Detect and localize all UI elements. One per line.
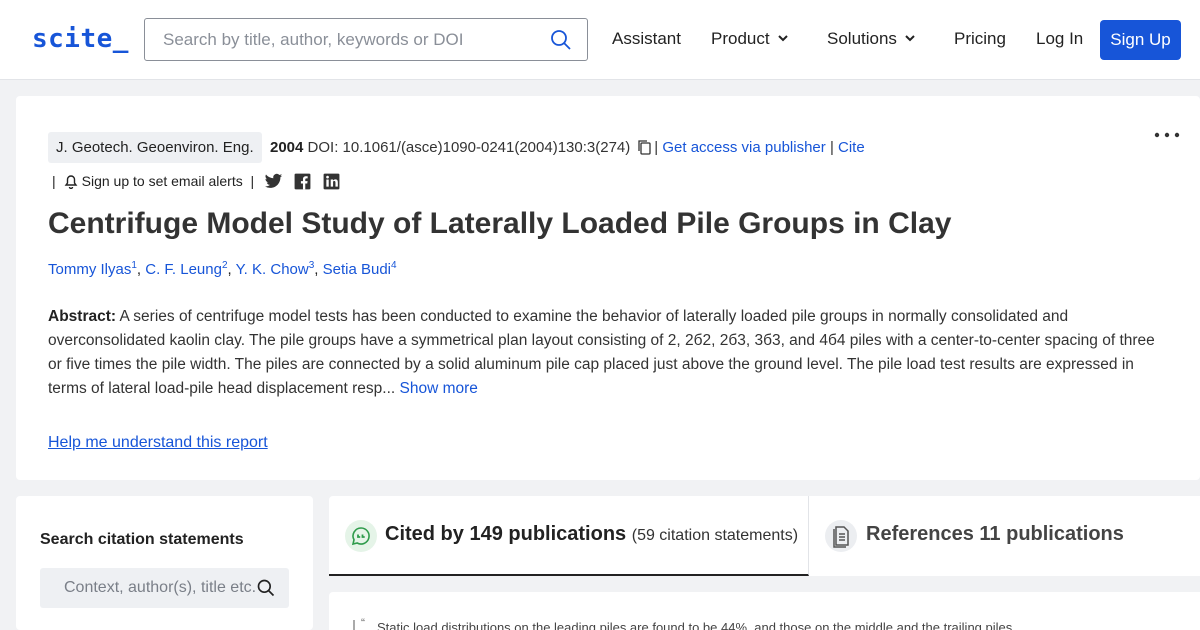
abstract-label: Abstract: bbox=[48, 308, 117, 325]
statement-quote-bar bbox=[353, 620, 355, 630]
author-link[interactable]: Y. K. Chow3 bbox=[235, 260, 315, 278]
speech-bubble-icon bbox=[351, 527, 370, 546]
references-label: References 11 publications bbox=[866, 523, 1124, 545]
citation-statement-card: “ Static load distributions on the leadi… bbox=[329, 592, 1200, 630]
journal-name[interactable]: J. Geotech. Geoenviron. Eng. bbox=[48, 132, 262, 163]
login-link[interactable]: Log In bbox=[1036, 29, 1083, 49]
author-link[interactable]: Tommy Ilyas1 bbox=[48, 260, 137, 278]
meta-separator: | bbox=[829, 139, 834, 156]
facebook-icon[interactable] bbox=[293, 172, 312, 191]
main-search-box[interactable] bbox=[144, 18, 588, 61]
citation-statements-count: (59 citation statements) bbox=[631, 527, 799, 544]
twitter-icon[interactable] bbox=[264, 172, 283, 191]
access-publisher-link[interactable]: Get access via publisher bbox=[662, 139, 825, 156]
statement-text: Static load distributions on the leading… bbox=[377, 620, 1013, 630]
signup-button[interactable]: Sign Up bbox=[1100, 20, 1181, 60]
search-icon[interactable] bbox=[256, 578, 276, 598]
author-link[interactable]: C. F. Leung2 bbox=[145, 260, 227, 278]
scite-logo[interactable]: scite_ bbox=[32, 24, 129, 54]
nav-assistant[interactable]: Assistant bbox=[612, 29, 681, 49]
nav-solutions[interactable]: Solutions bbox=[827, 29, 917, 49]
meta-separator: | bbox=[250, 173, 255, 189]
show-more-link[interactable]: Show more bbox=[400, 380, 478, 397]
tab-cited-by[interactable]: Cited by 149 publications (59 citation s… bbox=[329, 496, 809, 576]
cite-link[interactable]: Cite bbox=[838, 139, 865, 156]
paper-title: Centrifuge Model Study of Laterally Load… bbox=[48, 207, 952, 240]
nav-pricing[interactable]: Pricing bbox=[954, 29, 1006, 49]
cited-by-label: Cited by 149 publications (59 citation s… bbox=[385, 523, 798, 546]
cited-by-count: Cited by 149 publications bbox=[385, 523, 627, 545]
top-header: scite_ Assistant Product Solutions Prici… bbox=[0, 0, 1200, 80]
linkedin-icon[interactable] bbox=[322, 172, 341, 191]
nav-solutions-label: Solutions bbox=[827, 29, 897, 48]
tab-references[interactable]: References 11 publications bbox=[809, 496, 1200, 576]
author-name: Tommy Ilyas bbox=[48, 261, 132, 278]
author-name: Setia Budi bbox=[322, 261, 392, 278]
nav-product-label: Product bbox=[711, 29, 770, 48]
references-badge bbox=[825, 520, 857, 552]
citation-search-panel: Search citation statements bbox=[16, 496, 313, 630]
main-search-input[interactable] bbox=[145, 19, 545, 60]
citation-tabs: Cited by 149 publications (59 citation s… bbox=[329, 496, 1200, 576]
search-icon[interactable] bbox=[549, 28, 573, 52]
email-alerts-link[interactable]: Sign up to set email alerts bbox=[82, 173, 243, 189]
chevron-down-icon bbox=[777, 35, 788, 42]
author-link[interactable]: Setia Budi4 bbox=[322, 260, 397, 278]
abstract: Abstract: A series of centrifuge model t… bbox=[48, 305, 1160, 401]
paper-actions-line: | Sign up to set email alerts | bbox=[52, 172, 341, 191]
paper-meta-line: 2004 DOI: 10.1061/(asce)1090-0241(2004)1… bbox=[270, 139, 865, 156]
author-name: Y. K. Chow bbox=[235, 261, 309, 278]
help-understand-link[interactable]: Help me understand this report bbox=[48, 434, 268, 452]
copy-icon[interactable] bbox=[636, 139, 652, 155]
author-affiliation: 4 bbox=[391, 260, 397, 271]
author-name: C. F. Leung bbox=[145, 261, 222, 278]
author-list: Tommy Ilyas1, C. F. Leung2, Y. K. Chow3,… bbox=[48, 260, 397, 278]
quote-mark: “ bbox=[361, 616, 365, 630]
citation-search-box[interactable] bbox=[40, 568, 289, 608]
cited-by-badge bbox=[345, 520, 377, 552]
chevron-down-icon bbox=[905, 35, 915, 42]
nav-product[interactable]: Product bbox=[711, 29, 790, 49]
publication-year: 2004 bbox=[270, 139, 304, 156]
citation-search-input[interactable] bbox=[40, 568, 255, 608]
more-horizontal-icon[interactable] bbox=[1152, 124, 1182, 144]
meta-separator: | bbox=[654, 139, 659, 156]
document-icon bbox=[833, 526, 849, 548]
doi-text: DOI: 10.1061/(asce)1090-0241(2004)130:3(… bbox=[307, 139, 631, 156]
bell-icon[interactable] bbox=[64, 173, 78, 189]
meta-separator: | bbox=[52, 173, 56, 189]
citation-search-title: Search citation statements bbox=[40, 531, 244, 548]
abstract-text: A series of centrifuge model tests has b… bbox=[48, 308, 1155, 397]
